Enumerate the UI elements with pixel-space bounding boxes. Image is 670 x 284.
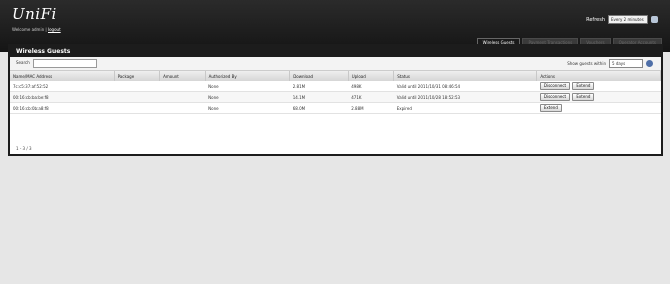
extend-button[interactable]: Extend	[572, 93, 595, 101]
cell-upload: 471K	[348, 91, 394, 103]
cell-name: 00:16:cb:ba:be:f8	[10, 91, 115, 103]
cell-authorized-by: None	[205, 91, 290, 103]
panel-title: Wireless Guests	[10, 46, 661, 57]
cell-amount	[159, 91, 206, 103]
col-authorized-by[interactable]: Authorized By	[205, 71, 291, 81]
welcome-text: Welcome admin	[12, 27, 45, 32]
cell-package	[114, 81, 160, 92]
col-name[interactable]: Name/MAC Address	[10, 71, 115, 81]
pagination-info: 1 - 3 / 3	[16, 146, 32, 151]
cell-actions: Extend	[536, 102, 661, 114]
refresh-select[interactable]: Every 2 minutes	[608, 15, 648, 24]
table-row: 00:16:cb:0b:a8:f8 None 68.0M 2.88M Expir…	[10, 102, 661, 114]
refresh-icon[interactable]	[651, 16, 658, 23]
col-download[interactable]: Download	[289, 71, 349, 81]
cell-amount	[159, 81, 206, 92]
extend-button[interactable]: Extend	[572, 82, 595, 90]
cell-name: 7c:c5:37:af:52:52	[10, 81, 115, 92]
col-status[interactable]: Status	[393, 71, 538, 81]
welcome-area: Welcome admin | logout	[12, 27, 61, 32]
cell-status: Valid until 2011/10/31 08:46:54	[393, 81, 537, 92]
cell-amount	[159, 102, 206, 114]
wireless-guests-panel: Wireless Guests Search Show guests withi…	[8, 44, 663, 156]
cell-download: 2.81M	[289, 81, 349, 92]
search-input[interactable]	[33, 59, 97, 68]
cell-actions: Disconnect Extend	[536, 91, 661, 103]
table-row: 7c:c5:37:af:52:52 None 2.81M 498K Valid …	[10, 81, 661, 92]
unifi-logo: UniFi	[12, 5, 57, 23]
cell-download: 14.1M	[289, 91, 349, 103]
cell-package	[114, 102, 160, 114]
cell-upload: 498K	[348, 81, 394, 92]
cell-actions: Disconnect Extend	[536, 81, 661, 92]
cell-upload: 2.88M	[348, 102, 394, 114]
disconnect-button[interactable]: Disconnect	[539, 82, 571, 90]
show-within-select[interactable]: 5 days	[609, 59, 643, 68]
search-label: Search	[16, 60, 30, 65]
cell-authorized-by: None	[205, 102, 290, 114]
col-actions: Actions	[536, 71, 661, 81]
table-row: 00:16:cb:ba:be:f8 None 14.1M 471K Valid …	[10, 91, 661, 103]
refresh-control: Refresh Every 2 minutes	[586, 15, 658, 24]
col-package[interactable]: Package	[114, 71, 161, 81]
cell-package	[114, 91, 160, 103]
col-upload[interactable]: Upload	[348, 71, 395, 81]
cell-status: Valid until 2011/10/28 18:52:53	[393, 91, 537, 103]
col-amount[interactable]: Amount	[159, 71, 206, 81]
show-within-label: Show guests within	[567, 61, 606, 66]
search-row: Search Show guests within 5 days	[10, 57, 661, 71]
go-icon[interactable]	[646, 60, 653, 67]
disconnect-button[interactable]: Disconnect	[539, 93, 571, 101]
logout-link[interactable]: logout	[48, 27, 61, 32]
table-header-row: Name/MAC Address Package Amount Authoriz…	[10, 71, 661, 81]
cell-status: Expired	[393, 102, 537, 114]
cell-authorized-by: None	[205, 81, 290, 92]
cell-name: 00:16:cb:0b:a8:f8	[10, 102, 115, 114]
cell-download: 68.0M	[289, 102, 349, 114]
show-within-control: Show guests within 5 days	[567, 59, 653, 68]
guests-table: Name/MAC Address Package Amount Authoriz…	[10, 71, 661, 114]
refresh-label: Refresh	[586, 16, 605, 23]
extend-button[interactable]: Extend	[539, 104, 562, 112]
